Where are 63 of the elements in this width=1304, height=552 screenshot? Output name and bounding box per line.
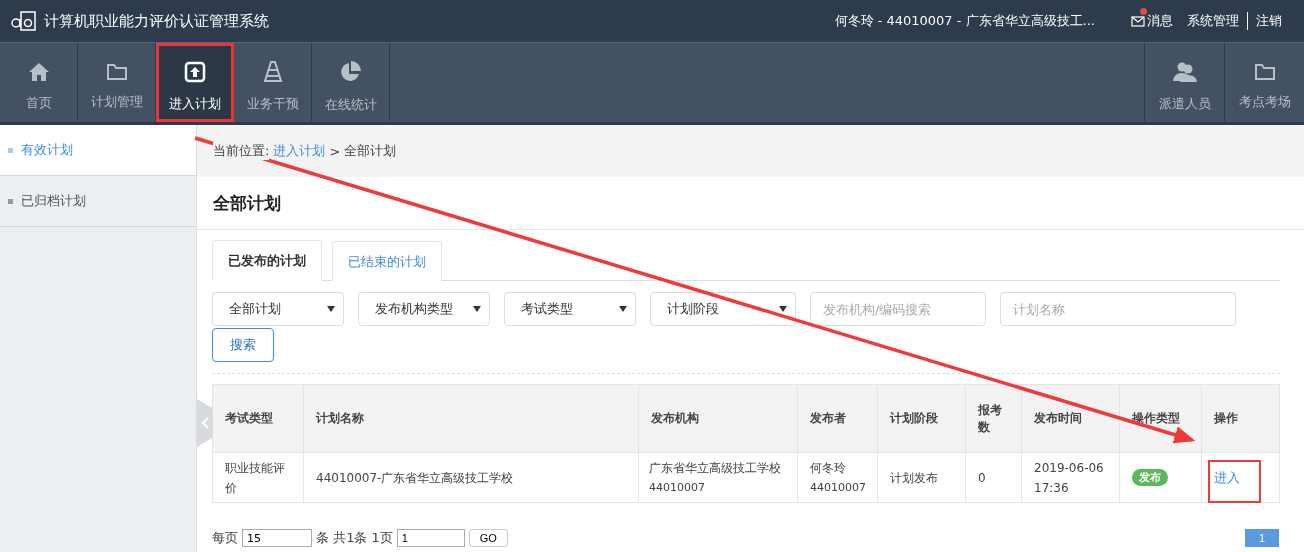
breadcrumb-label: 当前位置: xyxy=(213,142,270,160)
pager-summary: 条 共1条 1页 xyxy=(316,529,393,547)
caret-icon xyxy=(473,306,481,312)
upload-icon xyxy=(183,60,206,83)
chevron-left-icon xyxy=(201,417,209,429)
filter-select[interactable]: 全部计划 xyxy=(212,292,344,326)
messages-link[interactable]: 消息 xyxy=(1131,12,1173,30)
logo-icon xyxy=(10,11,36,31)
sidebar-item[interactable]: 已归档计划 xyxy=(0,176,196,227)
column-header: 计划名称 xyxy=(303,384,639,453)
go-button[interactable]: GO xyxy=(468,529,508,547)
users-icon xyxy=(1171,60,1198,83)
pie-chart-icon xyxy=(338,59,363,84)
page-title: 全部计划 xyxy=(197,177,1304,230)
column-header: 报考数 xyxy=(965,384,1022,453)
home-icon xyxy=(27,61,50,82)
filter-select[interactable]: 计划阶段 xyxy=(650,292,796,326)
table-cell: 44010007-广东省华立高级技工学校 xyxy=(303,452,639,503)
header-link[interactable]: 系统管理 xyxy=(1187,12,1239,30)
table-cell: 2019-06-06 17:36 xyxy=(1021,452,1120,503)
traffic-cone-icon xyxy=(262,60,283,83)
table-cell: 职业技能评价 xyxy=(212,452,304,503)
table-cell: 0 xyxy=(965,452,1022,503)
column-header: 发布者 xyxy=(797,384,878,453)
user-info: 何冬玲 - 44010007 - 广东省华立高级技工... xyxy=(834,12,1095,30)
nav-item[interactable]: 进入计划 xyxy=(156,43,234,122)
nav-item[interactable]: 派遣人员 xyxy=(1144,43,1224,122)
nav-item[interactable]: 在线统计 xyxy=(312,43,390,122)
filter-select[interactable]: 发布机构类型 xyxy=(358,292,490,326)
breadcrumb-current: 全部计划 xyxy=(344,142,397,160)
search-field[interactable]: 发布机构/编码搜索 xyxy=(810,292,986,326)
column-header: 计划阶段 xyxy=(877,384,966,453)
tab[interactable]: 已发布的计划 xyxy=(212,240,322,281)
folder-icon xyxy=(105,62,128,81)
tab[interactable]: 已结束的计划 xyxy=(332,241,442,281)
filter-select[interactable]: 考试类型 xyxy=(504,292,636,326)
caret-icon xyxy=(619,306,627,312)
column-header: 考试类型 xyxy=(212,384,304,453)
page-size-select[interactable]: 15 xyxy=(242,529,312,547)
page-input[interactable]: 1 xyxy=(396,529,465,547)
table-cell: 广东省华立高级技工学校 44010007 xyxy=(638,452,798,503)
app-title: 计算机职业能力评价认证管理系统 xyxy=(44,11,270,31)
column-header: 发布机构 xyxy=(638,384,798,453)
column-header: 发布时间 xyxy=(1021,384,1120,453)
highlight-frame xyxy=(1208,460,1261,503)
table-cell: 何冬玲 44010007 xyxy=(797,452,878,503)
caret-icon xyxy=(327,306,335,312)
search-button[interactable]: 搜索 xyxy=(212,328,274,362)
table-cell: 计划发布 xyxy=(877,452,966,503)
pager-label: 每页 xyxy=(212,529,238,547)
caret-icon xyxy=(779,306,787,312)
column-header: 操作 xyxy=(1201,384,1280,453)
nav-item[interactable]: 业务干预 xyxy=(234,43,312,122)
logout-link[interactable]: 注销 xyxy=(1247,12,1282,30)
nav-item[interactable]: 考点考场 xyxy=(1224,43,1304,122)
breadcrumb-separator: > xyxy=(329,143,341,159)
sidebar-item[interactable]: 有效计划 xyxy=(0,125,196,176)
enter-link[interactable]: 进入 xyxy=(1214,469,1240,485)
status-badge: 发布 xyxy=(1132,469,1168,486)
folder-icon xyxy=(1253,62,1276,81)
mail-icon xyxy=(1131,15,1145,27)
search-field[interactable]: 计划名称 xyxy=(1000,292,1236,326)
nav-item[interactable]: 首页 xyxy=(0,43,78,122)
